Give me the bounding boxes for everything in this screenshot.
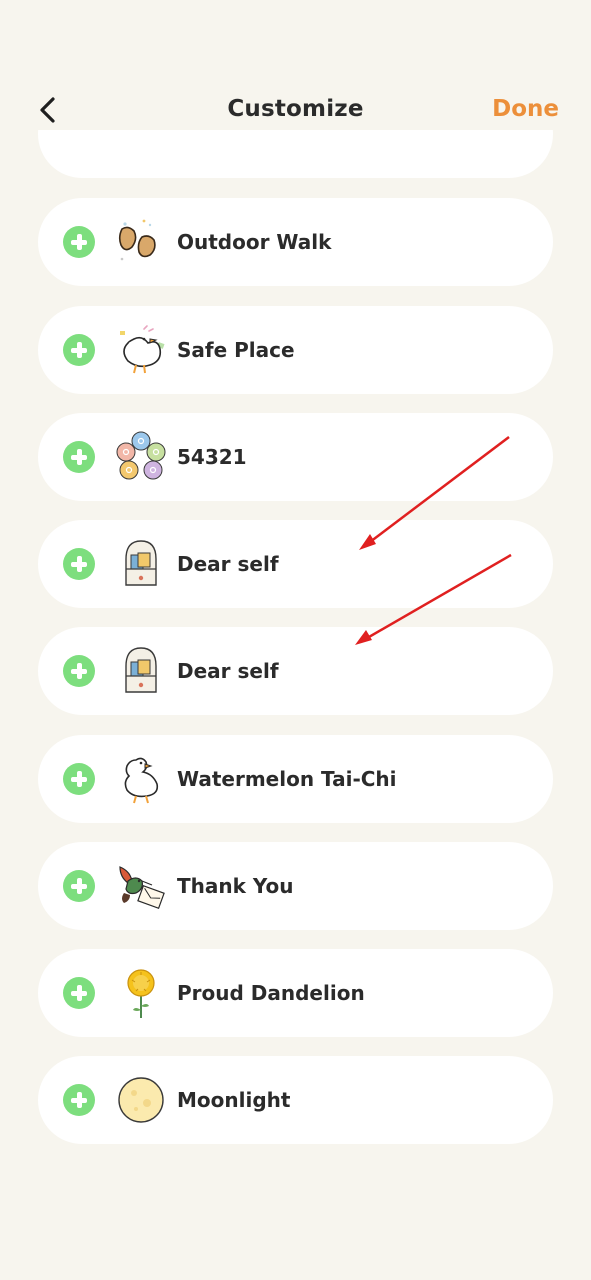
add-icon[interactable] bbox=[63, 655, 95, 687]
letter-jar-icon bbox=[125, 647, 157, 693]
add-icon[interactable] bbox=[63, 441, 95, 473]
item-label: Proud Dandelion bbox=[177, 981, 365, 1005]
add-icon[interactable] bbox=[63, 226, 95, 258]
list-item[interactable]: Safe Place bbox=[38, 306, 553, 394]
moon-icon bbox=[118, 1077, 164, 1123]
item-label: Dear self bbox=[177, 659, 279, 683]
footprints-icon bbox=[118, 219, 156, 261]
list-item[interactable]: Proud Dandelion bbox=[38, 949, 553, 1037]
add-icon[interactable] bbox=[63, 870, 95, 902]
dandelion-icon bbox=[127, 969, 155, 1018]
five-circles-icon bbox=[116, 431, 166, 480]
item-label: 54321 bbox=[177, 445, 247, 469]
activity-list[interactable]: Outdoor Walk Safe Place 54321 Dear self … bbox=[38, 130, 553, 1170]
list-item[interactable]: Thank You bbox=[38, 842, 553, 930]
add-icon[interactable] bbox=[63, 1084, 95, 1116]
item-label: Outdoor Walk bbox=[177, 230, 332, 254]
done-button[interactable]: Done bbox=[492, 96, 559, 122]
hummingbird-letter-icon bbox=[119, 866, 165, 910]
item-label: Moonlight bbox=[177, 1088, 291, 1112]
add-icon[interactable] bbox=[63, 334, 95, 366]
list-item-clipped[interactable] bbox=[38, 130, 553, 178]
item-label: Safe Place bbox=[177, 338, 295, 362]
item-label: Thank You bbox=[177, 874, 294, 898]
item-label: Dear self bbox=[177, 552, 279, 576]
add-icon[interactable] bbox=[63, 763, 95, 795]
list-item[interactable]: 54321 bbox=[38, 413, 553, 501]
add-icon[interactable] bbox=[63, 548, 95, 580]
list-item[interactable]: Dear self bbox=[38, 520, 553, 608]
goose-icon bbox=[124, 757, 159, 804]
item-label: Watermelon Tai-Chi bbox=[177, 767, 397, 791]
list-item[interactable]: Outdoor Walk bbox=[38, 198, 553, 286]
add-icon[interactable] bbox=[63, 977, 95, 1009]
list-item[interactable]: Moonlight bbox=[38, 1056, 553, 1144]
list-item[interactable]: Watermelon Tai-Chi bbox=[38, 735, 553, 823]
goose-icon bbox=[120, 325, 165, 374]
letter-jar-icon bbox=[125, 540, 157, 586]
list-item[interactable]: Dear self bbox=[38, 627, 553, 715]
